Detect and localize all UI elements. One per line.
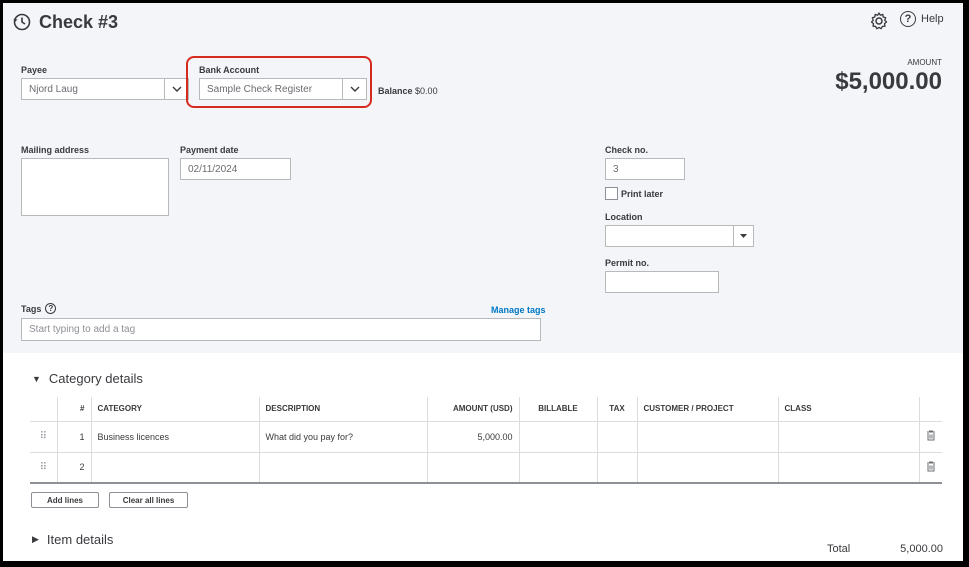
- check-no-input[interactable]: 3: [605, 158, 685, 180]
- customer-project-cell[interactable]: [636, 420, 778, 452]
- column-header-class: CLASS: [777, 397, 919, 421]
- category-details-toggle[interactable]: ▼ Category details: [32, 371, 143, 386]
- category-table: # CATEGORY DESCRIPTION AMOUNT (USD) BILL…: [30, 397, 942, 484]
- balance: Balance $0.00: [378, 86, 438, 96]
- print-later-checkbox[interactable]: [605, 187, 618, 200]
- payee-dropdown-button[interactable]: [164, 79, 188, 99]
- triangle-right-icon: ▶: [32, 534, 39, 544]
- row-number: 2: [56, 451, 91, 484]
- history-icon[interactable]: [12, 12, 32, 32]
- payment-date-input[interactable]: 02/11/2024: [180, 158, 291, 180]
- drag-handle-icon[interactable]: ⠿: [30, 451, 57, 484]
- caret-down-icon: [740, 234, 747, 238]
- amount-cell[interactable]: 5,000.00: [426, 420, 519, 452]
- permit-no-input[interactable]: [605, 271, 719, 293]
- category-cell[interactable]: Business licences: [90, 420, 259, 452]
- table-row[interactable]: ⠿ 1 Business licences What did you pay f…: [30, 420, 942, 452]
- table-row[interactable]: ⠿ 2: [30, 451, 942, 484]
- help-button[interactable]: ? Help: [900, 11, 944, 27]
- balance-label: Balance: [378, 86, 413, 96]
- page-title: Check #3: [39, 12, 119, 32]
- location-select[interactable]: [605, 225, 754, 247]
- location-label: Location: [605, 212, 643, 222]
- total-label: Total: [827, 543, 851, 555]
- class-cell[interactable]: [777, 420, 919, 452]
- payee-value: Njord Laug: [29, 83, 78, 95]
- tags-label-row: Tags ?: [21, 303, 57, 314]
- total-value: 5,000.00: [900, 543, 943, 555]
- gear-icon[interactable]: [869, 11, 889, 31]
- drag-handle-icon[interactable]: ⠿: [30, 420, 57, 452]
- amount-value: $5,000.00: [835, 68, 942, 95]
- tags-input[interactable]: Start typing to add a tag: [21, 318, 541, 341]
- check-no-label: Check no.: [605, 145, 649, 155]
- manage-tags-link[interactable]: Manage tags: [491, 305, 546, 315]
- triangle-down-icon: ▼: [32, 373, 41, 384]
- class-cell[interactable]: [777, 451, 919, 484]
- payment-date-value: 02/11/2024: [188, 163, 238, 175]
- clear-all-lines-button[interactable]: Clear all lines: [109, 492, 188, 508]
- column-header-drag: [30, 397, 57, 421]
- chevron-down-icon: [172, 86, 181, 92]
- info-icon[interactable]: ?: [45, 303, 57, 314]
- mailing-address-label: Mailing address: [21, 145, 90, 155]
- print-later-label: Print later: [621, 188, 664, 199]
- table-header-row: # CATEGORY DESCRIPTION AMOUNT (USD) BILL…: [30, 397, 942, 421]
- column-header-category: CATEGORY: [90, 397, 259, 421]
- bank-account-highlight: [186, 56, 372, 108]
- trash-icon[interactable]: [918, 451, 942, 484]
- category-cell[interactable]: [90, 451, 259, 484]
- amount-label: AMOUNT: [907, 58, 942, 67]
- column-header-delete: [918, 397, 942, 421]
- billable-cell[interactable]: [518, 420, 597, 452]
- payment-date-label: Payment date: [180, 145, 239, 155]
- check-no-value: 3: [613, 163, 619, 175]
- balance-value: $0.00: [415, 86, 438, 96]
- location-dropdown-button[interactable]: [733, 226, 753, 246]
- help-label: Help: [921, 13, 944, 25]
- column-header-tax: TAX: [596, 397, 637, 421]
- column-header-customer-project: CUSTOMER / PROJECT: [636, 397, 778, 421]
- description-cell[interactable]: What did you pay for?: [258, 420, 427, 452]
- column-header-amount: AMOUNT (USD): [426, 397, 519, 421]
- tax-cell[interactable]: [596, 420, 637, 452]
- item-details-toggle[interactable]: ▶ Item details: [32, 532, 113, 547]
- mailing-address-textarea[interactable]: [21, 158, 169, 216]
- column-header-description: DESCRIPTION: [258, 397, 427, 421]
- payee-label: Payee: [21, 65, 48, 75]
- column-header-number: #: [56, 397, 91, 421]
- print-later[interactable]: Print later: [605, 187, 663, 200]
- row-number: 1: [56, 420, 91, 452]
- column-header-billable: BILLABLE: [518, 397, 597, 421]
- add-lines-button[interactable]: Add lines: [31, 492, 99, 508]
- help-icon: ?: [900, 11, 916, 27]
- tags-placeholder: Start typing to add a tag: [29, 324, 136, 335]
- amount-cell[interactable]: [426, 451, 519, 484]
- trash-icon[interactable]: [918, 420, 942, 452]
- billable-cell[interactable]: [518, 451, 597, 484]
- customer-project-cell[interactable]: [636, 451, 778, 484]
- item-details-title: Item details: [46, 532, 114, 547]
- tax-cell[interactable]: [596, 451, 637, 484]
- check-form-window: Check #3 ? Help Payee Njord Laug Bank Ac…: [3, 3, 963, 561]
- description-cell[interactable]: [258, 451, 427, 484]
- payee-select[interactable]: Njord Laug: [21, 78, 189, 100]
- category-details-title: Category details: [48, 371, 143, 386]
- permit-no-label: Permit no.: [605, 258, 650, 268]
- tags-label: Tags: [21, 303, 42, 314]
